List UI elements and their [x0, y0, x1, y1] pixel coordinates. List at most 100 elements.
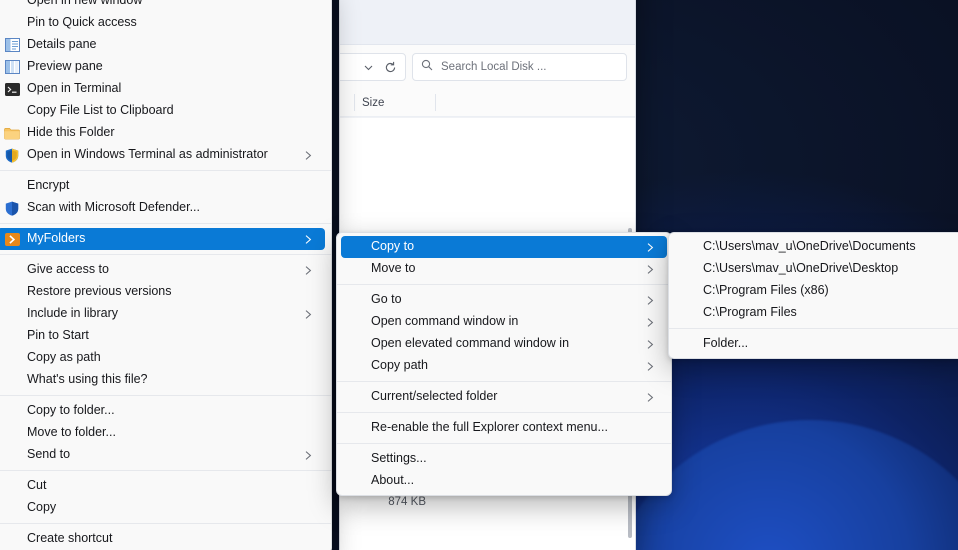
myfolders-submenu: Copy to Move to Go to Open command window i…: [336, 232, 672, 496]
menu-item-details-pane[interactable]: Details pane: [0, 34, 325, 56]
chevron-right-icon: [301, 309, 315, 320]
menu-item-label: Open in new window: [27, 0, 143, 8]
menu-item-label: C:\Program Files (x86): [703, 283, 829, 298]
no-icon: [0, 259, 27, 281]
menu-item-include-in-library[interactable]: Include in library: [0, 303, 325, 325]
menu-item-pin-to-quick-access[interactable]: Pin to Quick access: [0, 12, 325, 34]
chevron-right-icon: [643, 392, 657, 403]
no-icon: [0, 475, 27, 497]
menu-item-open-in-windows-terminal-as-administrato[interactable]: Open in Windows Terminal as administrato…: [0, 144, 325, 166]
no-icon: [341, 448, 371, 470]
menu-item-copy-to-folder[interactable]: Copy to folder...: [0, 400, 325, 422]
menu-item-copy-file-list-to-clipboard[interactable]: Copy File List to Clipboard: [0, 100, 325, 122]
chevron-right-icon: [301, 234, 315, 245]
menu-item-myfolders[interactable]: MyFolders: [0, 228, 325, 250]
menu-item-c-users-mav-u-onedrive-documents[interactable]: C:\Users\mav_u\OneDrive\Documents: [673, 236, 958, 258]
no-icon: [341, 355, 371, 377]
window-titlebar: [340, 0, 635, 45]
menu-separator: [0, 523, 331, 524]
menu-item-what-s-using-this-file[interactable]: What's using this file?: [0, 369, 325, 391]
menu-item-c-program-files-x86[interactable]: C:\Program Files (x86): [673, 280, 958, 302]
menu-item-label: Copy File List to Clipboard: [27, 103, 174, 118]
menu-item-cut[interactable]: Cut: [0, 475, 325, 497]
menu-item-label: About...: [371, 473, 415, 488]
menu-item-folder[interactable]: Folder...: [673, 333, 958, 355]
menu-item-label: Copy as path: [27, 350, 101, 365]
no-icon: [0, 303, 27, 325]
menu-item-label: Copy to folder...: [27, 403, 115, 418]
no-icon: [0, 497, 27, 519]
column-header-size[interactable]: Size: [362, 97, 384, 109]
menu-item-open-in-terminal[interactable]: Open in Terminal: [0, 78, 325, 100]
menu-item-label: C:\Users\mav_u\OneDrive\Documents: [703, 239, 916, 254]
no-icon: [0, 422, 27, 444]
chevron-right-icon: [643, 264, 657, 275]
no-icon: [0, 444, 27, 466]
menu-item-send-to[interactable]: Send to: [0, 444, 325, 466]
menu-item-label: Preview pane: [27, 59, 103, 74]
no-icon: [0, 400, 27, 422]
refresh-icon[interactable]: [384, 61, 397, 74]
search-placeholder: Search Local Disk ...: [441, 61, 547, 73]
no-icon: [673, 280, 703, 302]
column-divider-right[interactable]: [435, 94, 436, 111]
chevron-right-icon: [301, 150, 315, 161]
no-icon: [0, 347, 27, 369]
menu-item-restore-previous-versions[interactable]: Restore previous versions: [0, 281, 325, 303]
explorer-toolbar: Search Local Disk ...: [340, 45, 635, 89]
no-icon: [0, 12, 27, 34]
menu-item-open-in-new-window[interactable]: Open in new window: [0, 0, 325, 12]
menu-item-move-to-folder[interactable]: Move to folder...: [0, 422, 325, 444]
menu-item-hide-this-folder[interactable]: Hide this Folder: [0, 122, 325, 144]
menu-item-current-selected-folder[interactable]: Current/selected folder: [341, 386, 667, 408]
menu-item-give-access-to[interactable]: Give access to: [0, 259, 325, 281]
menu-item-about[interactable]: About...: [341, 470, 667, 492]
menu-item-label: Copy to: [371, 239, 415, 254]
menu-item-copy-as-path[interactable]: Copy as path: [0, 347, 325, 369]
menu-item-c-program-files[interactable]: C:\Program Files: [673, 302, 958, 324]
menu-item-move-to[interactable]: Move to: [341, 258, 667, 280]
menu-item-go-to[interactable]: Go to: [341, 289, 667, 311]
menu-item-label: Re-enable the full Explorer context menu…: [371, 420, 608, 435]
menu-item-open-elevated-command-window-in[interactable]: Open elevated command window in: [341, 333, 667, 355]
no-icon: [0, 325, 27, 347]
menu-item-copy-path[interactable]: Copy path: [341, 355, 667, 377]
menu-item-encrypt[interactable]: Encrypt: [0, 175, 325, 197]
no-icon: [341, 258, 371, 280]
column-divider-left: [354, 94, 355, 111]
menu-item-open-command-window-in[interactable]: Open command window in: [341, 311, 667, 333]
menu-item-pin-to-start[interactable]: Pin to Start: [0, 325, 325, 347]
chevron-right-icon: [301, 450, 315, 461]
menu-separator: [0, 470, 331, 471]
menu-item-scan-with-microsoft-defender[interactable]: Scan with Microsoft Defender...: [0, 197, 325, 219]
column-header-row: Size: [340, 89, 635, 117]
chevron-down-icon[interactable]: [363, 62, 374, 73]
folder-icon: [0, 122, 27, 144]
chevron-right-icon: [643, 317, 657, 328]
menu-separator: [337, 412, 671, 413]
menu-item-settings[interactable]: Settings...: [341, 448, 667, 470]
address-bar[interactable]: [340, 53, 406, 81]
menu-item-copy[interactable]: Copy: [0, 497, 325, 519]
myfolders-icon: [0, 228, 27, 250]
no-icon: [0, 528, 27, 550]
menu-item-label: Move to: [371, 261, 416, 276]
menu-item-label: Open in Terminal: [27, 81, 122, 96]
menu-item-label: Cut: [27, 478, 47, 493]
menu-item-preview-pane[interactable]: Preview pane: [0, 56, 325, 78]
menu-item-c-users-mav-u-onedrive-desktop[interactable]: C:\Users\mav_u\OneDrive\Desktop: [673, 258, 958, 280]
menu-item-create-shortcut[interactable]: Create shortcut: [0, 528, 325, 550]
menu-item-label: Give access to: [27, 262, 109, 277]
menu-item-copy-to[interactable]: Copy to: [341, 236, 667, 258]
menu-separator: [0, 170, 331, 171]
menu-item-label: Open elevated command window in: [371, 336, 570, 351]
menu-item-label: Hide this Folder: [27, 125, 115, 140]
no-icon: [673, 302, 703, 324]
menu-item-re-enable-the-full-explorer-context-menu[interactable]: Re-enable the full Explorer context menu…: [341, 417, 667, 439]
search-input[interactable]: Search Local Disk ...: [412, 53, 627, 81]
file-size: 874 KB: [388, 496, 426, 508]
no-icon: [0, 175, 27, 197]
chevron-right-icon: [643, 242, 657, 253]
menu-separator: [337, 443, 671, 444]
menu-item-label: Encrypt: [27, 178, 70, 193]
